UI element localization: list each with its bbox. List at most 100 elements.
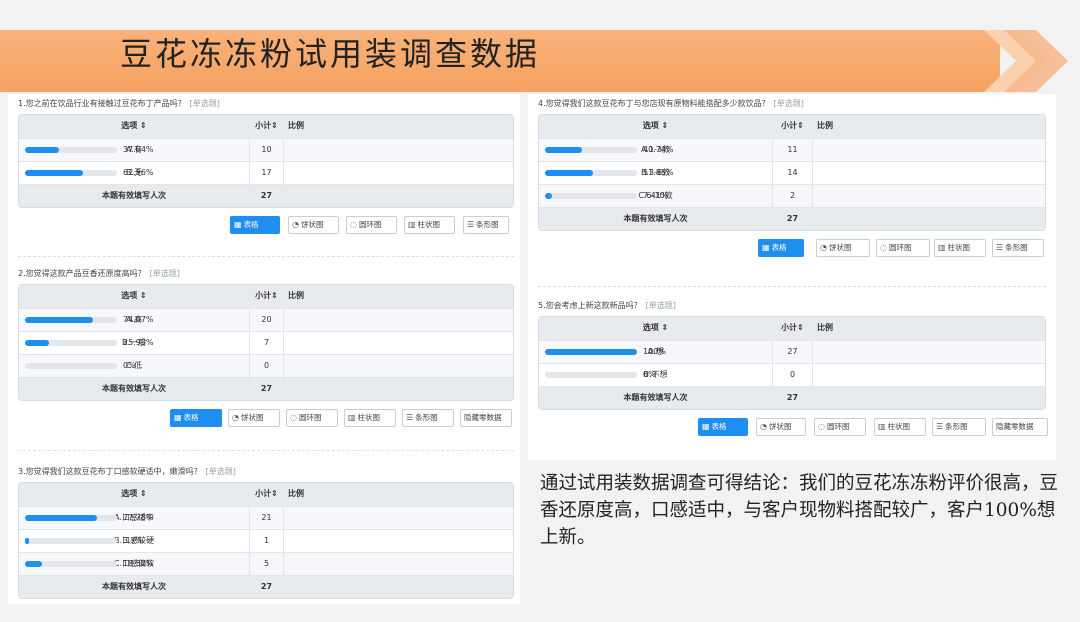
table-row: B.3-6款 14 51.85% [539,161,1045,184]
question-title: 2.您觉得这款产品豆香还原度高吗？ [单选题] [18,268,180,280]
pie-view-label: 饼状图 [300,220,324,229]
table-header-row: 选项 ⇕ 小计⇕ 比例 [19,483,513,506]
column-view-button[interactable]: ▥ 柱状图 [934,239,986,257]
progress-bar-fill [25,147,60,153]
column-header-count[interactable]: 小计⇕ [249,115,283,138]
percentage-value: 74.07% [123,315,154,324]
hide_zero-view-button[interactable]: 隐藏零数据 [992,418,1048,436]
ring-chart-icon: ◌ [350,220,357,229]
column-view-button[interactable]: ▥ 柱状图 [344,409,396,427]
bar-view-button[interactable]: ☰ 条形图 [463,216,509,234]
hide_zero-view-label: 隐藏零数据 [464,413,502,422]
table-total-row: 本题有效填写人次 27 [539,386,1045,409]
ratio-cell [283,162,513,184]
column-header-count[interactable]: 小计⇕ [249,483,283,506]
hide_zero-view-label: 隐藏零数据 [996,422,1034,431]
bar-view-button[interactable]: ☰ 条形图 [992,239,1044,257]
table-total-row: 本题有效填写人次 27 [19,575,513,598]
question-text: 2.您觉得这款产品豆香还原度高吗？ [18,269,146,278]
column-header-option[interactable]: 选项 ⇕ [19,115,249,138]
result-table: 选项 ⇕ 小计⇕ 比例 A.1-3款 11 40.74% B.3-6款 14 51.85% C.6… [538,114,1046,231]
count-value: 10 [249,139,283,161]
table-total-row: 本题有效填写人次 27 [539,207,1045,230]
table-view-button[interactable]: ▦ 表格 [758,239,804,257]
table-row: B.无 17 62.96% [19,161,513,184]
column-header-option[interactable]: 选项 ⇕ [539,115,772,138]
percentage-value: 7.41% [643,191,669,200]
column-header-ratio: 比例 [283,115,513,138]
percentage-value: 40.74% [643,145,674,154]
bar-view-button[interactable]: ☰ 条形图 [932,418,986,436]
count-value: 20 [249,309,283,331]
column-header-count[interactable]: 小计⇕ [772,115,812,138]
ratio-cell [283,355,513,377]
progress-bar-track [25,363,117,369]
result-table: 选项 ⇕ 小计⇕ 比例 A.有 10 37.04% B.无 17 62.96% 本题有效填写人次 2… [18,114,514,208]
ring-view-button[interactable]: ◌ 圆环图 [814,418,866,436]
column-header-option[interactable]: 选项 ⇕ [539,317,772,340]
column-header-ratio: 比例 [283,285,513,308]
pie-view-button[interactable]: ◔ 饼状图 [816,239,870,257]
hide_zero-view-button[interactable]: 隐藏零数据 [460,409,512,427]
progress-bar-track [545,170,637,176]
bar-chart-icon: ☰ [996,243,1004,252]
table-view-button[interactable]: ▦ 表格 [170,409,222,427]
question-type-tag: [单选题] [205,467,236,476]
pie-view-button[interactable]: ◔ 饼状图 [288,216,339,234]
percentage-value: 100% [643,347,666,356]
ring-view-label: 圆环图 [826,422,850,431]
percentage-value: 18.52% [123,559,154,568]
progress-bar-fill [25,538,29,544]
count-value: 5 [249,553,283,575]
column-view-button[interactable]: ▥ 柱状图 [874,418,926,436]
ratio-cell [283,507,513,529]
ratio-cell [812,162,1045,184]
page-title: 豆花冻冻粉试用装调查数据 [120,35,541,73]
table-view-button[interactable]: ▦ 表格 [698,418,748,436]
slide: 豆花冻冻粉试用装调查数据 1.您之前在饮品行业有接触过豆花布丁产品吗？ [单选题]… [0,0,1080,622]
column-chart-icon: ▥ [878,422,886,431]
bar-chart-icon: ☰ [406,413,414,422]
pie-chart-icon: ◔ [760,422,767,431]
ring-chart-icon: ◌ [818,422,825,431]
column-header-option[interactable]: 选项 ⇕ [19,483,249,506]
total-count: 27 [249,185,283,207]
ratio-cell [283,139,513,161]
question-type-tag: [单选题] [189,99,220,108]
column-chart-icon: ▥ [348,413,356,422]
column-header-count[interactable]: 小计⇕ [772,317,812,340]
ring-view-label: 圆环图 [358,220,382,229]
table-header-row: 选项 ⇕ 小计⇕ 比例 [539,317,1045,340]
pie-view-button[interactable]: ◔ 饼状图 [756,418,806,436]
pie-view-button[interactable]: ◔ 饼状图 [228,409,280,427]
total-count: 27 [249,378,283,400]
table-header-row: 选项 ⇕ 小计⇕ 比例 [19,115,513,138]
block-divider [18,450,514,451]
question-text: 1.您之前在饮品行业有接触过豆花布丁产品吗？ [18,99,186,108]
ring-view-button[interactable]: ◌ 圆环图 [346,216,397,234]
bar-view-button[interactable]: ☰ 条形图 [402,409,454,427]
table-view-label: 表格 [711,422,727,431]
table-icon: ▦ [762,243,770,252]
column-view-button[interactable]: ▥ 柱状图 [404,216,455,234]
bar-view-label: 条形图 [415,413,438,422]
progress-bar-track [25,340,117,346]
bar-view-label: 条形图 [945,422,968,431]
progress-bar-track [545,372,637,378]
table-view-button[interactable]: ▦ 表格 [230,216,280,234]
progress-bar-fill [545,349,637,355]
progress-bar-fill [25,340,49,346]
progress-bar-track [545,147,637,153]
ring-view-button[interactable]: ◌ 圆环图 [286,409,338,427]
table-row: B.口感较硬 1 3.7% [19,529,513,552]
column-header-option[interactable]: 选项 ⇕ [19,285,249,308]
total-count: 27 [249,576,283,598]
table-row: B.不想 0 0% [539,363,1045,386]
progress-bar-fill [25,317,94,323]
column-header-count[interactable]: 小计⇕ [249,285,283,308]
column-header-ratio: 比例 [812,115,1045,138]
ring-view-button[interactable]: ◌ 圆环图 [876,239,930,257]
bar-view-label: 条形图 [476,220,499,229]
ratio-cell [812,341,1045,363]
progress-bar-track [25,515,117,521]
